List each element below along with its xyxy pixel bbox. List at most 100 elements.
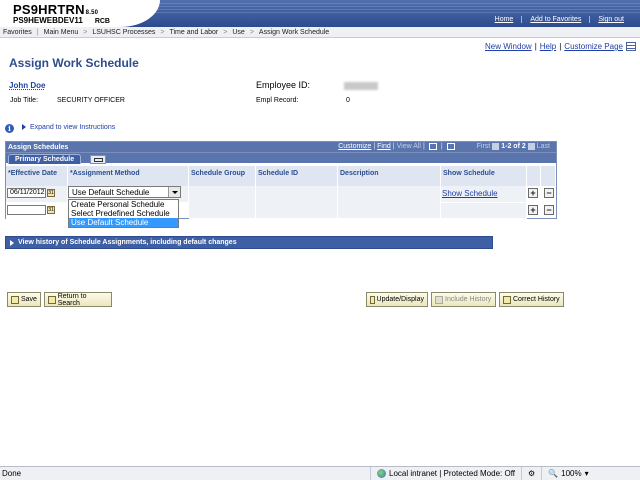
breadcrumb: Favorites | Main Menu > LSUHSC Processes > … bbox=[0, 27, 640, 38]
col-assignment-method: *Assignment Method bbox=[68, 166, 189, 186]
grid-tabs: Primary Schedule bbox=[6, 152, 556, 164]
return-to-search-button[interactable]: Return to Search bbox=[44, 292, 112, 307]
row-cell bbox=[189, 186, 256, 219]
show-schedule-link[interactable]: Show Schedule bbox=[442, 189, 498, 198]
col-schedule-id: Schedule ID bbox=[256, 166, 338, 186]
col-schedule-group: Schedule Group bbox=[189, 166, 256, 186]
col-description: Description bbox=[338, 166, 441, 186]
remove-row-button-1[interactable]: − bbox=[544, 188, 554, 198]
user-initials: RCB bbox=[94, 18, 110, 25]
assignment-method-select[interactable]: Use Default Schedule bbox=[68, 186, 181, 198]
database-name: PS9HRTRN8.50 bbox=[13, 2, 98, 17]
assignment-method-value: Use Default Schedule bbox=[72, 188, 150, 197]
breadcrumb-current: Assign Work Schedule bbox=[258, 28, 330, 36]
employee-id-redacted bbox=[344, 82, 378, 90]
next-arrow-icon[interactable] bbox=[527, 143, 535, 150]
view-history-collapsible[interactable]: View history of Schedule Assignments, in… bbox=[5, 236, 493, 249]
zoom-level: 100% bbox=[561, 469, 582, 478]
add-to-favorites-link[interactable]: Add to Favorites bbox=[521, 16, 589, 23]
page-links: New Window | Help | Customize Page bbox=[485, 42, 623, 51]
empl-record-value: 0 bbox=[346, 97, 350, 104]
info-icon: i bbox=[5, 124, 14, 133]
grid-range: 1-2 of 2 bbox=[501, 143, 526, 150]
chevron-down-icon[interactable] bbox=[168, 187, 180, 197]
empl-record-label: Empl Record: bbox=[256, 97, 299, 104]
browser-status-bar: Done Local intranet | Protected Mode: Of… bbox=[0, 466, 640, 480]
settings-icon: ⚙ bbox=[528, 469, 536, 478]
effective-date-input-1[interactable]: 06/11/2012 bbox=[7, 188, 46, 198]
breadcrumb-favorites[interactable]: Favorites bbox=[3, 29, 32, 36]
grid-view-all[interactable]: View All bbox=[397, 143, 421, 150]
col-add bbox=[527, 166, 541, 186]
breadcrumb-time-labor[interactable]: Time and Labor bbox=[169, 29, 218, 36]
grid-find-link[interactable]: Find bbox=[377, 143, 391, 150]
protected-mode-toggle[interactable]: ⚙ bbox=[521, 466, 541, 480]
add-row-button-2[interactable]: + bbox=[528, 205, 538, 215]
home-link[interactable]: Home bbox=[487, 16, 522, 23]
breadcrumb-use[interactable]: Use bbox=[232, 29, 244, 36]
customize-page-link[interactable]: Customize Page bbox=[564, 42, 623, 51]
grid-view-icon[interactable] bbox=[626, 42, 636, 51]
grid-first[interactable]: First bbox=[477, 143, 491, 150]
calendar-icon[interactable]: 31 bbox=[47, 206, 55, 214]
update-display-button[interactable]: Update/Display bbox=[366, 292, 428, 307]
prev-arrow-icon[interactable] bbox=[492, 143, 500, 150]
header-links: Home Add to Favorites Sign out bbox=[487, 16, 632, 23]
option-select-predefined[interactable]: Select Predefined Schedule bbox=[69, 209, 178, 218]
save-icon bbox=[11, 295, 19, 304]
table-icon bbox=[94, 158, 103, 162]
banner-lines bbox=[150, 3, 640, 13]
col-effective-date: *Effective Date bbox=[6, 166, 68, 186]
grid-navigation: Customize | Find | View All | | First 1-2 o… bbox=[338, 143, 550, 150]
tab-primary-schedule[interactable]: Primary Schedule bbox=[8, 154, 82, 164]
option-use-default[interactable]: Use Default Schedule bbox=[69, 218, 178, 227]
save-button[interactable]: Save bbox=[7, 292, 41, 307]
db-server: PS9HEWEBDEV11 RCB bbox=[13, 16, 110, 25]
security-zone[interactable]: Local intranet | Protected Mode: Off bbox=[370, 466, 521, 480]
status-done: Done bbox=[2, 469, 22, 478]
db-server-text: PS9HEWEBDEV11 bbox=[13, 16, 83, 25]
db-name-text: PS9HRTRN bbox=[13, 2, 85, 17]
header-banner: PS9HRTRN8.50 PS9HEWEBDEV11 RCB Home Add t… bbox=[0, 0, 640, 27]
page-title: Assign Work Schedule bbox=[9, 56, 139, 70]
expand-instructions-link[interactable]: Expand to view Instructions bbox=[30, 124, 115, 131]
download-icon[interactable] bbox=[428, 143, 437, 150]
globe-icon bbox=[377, 469, 386, 478]
zone-label: Local intranet | Protected Mode: Off bbox=[389, 469, 515, 478]
option-create-personal[interactable]: Create Personal Schedule bbox=[69, 200, 178, 209]
job-title-label: Job Title: bbox=[10, 97, 39, 104]
zoom-control[interactable]: 🔍 100% ▾ bbox=[541, 466, 594, 480]
return-icon bbox=[48, 295, 56, 304]
view-history-label: View history of Schedule Assignments, in… bbox=[18, 239, 237, 246]
return-label: Return to Search bbox=[57, 292, 87, 307]
row2-cell bbox=[441, 203, 527, 219]
breadcrumb-main-menu[interactable]: Main Menu bbox=[44, 29, 79, 36]
chevron-down-icon: ▾ bbox=[584, 469, 589, 478]
breadcrumb-lsuhsc[interactable]: LSUHSC Processes bbox=[92, 29, 155, 36]
expand-arrow-icon bbox=[10, 239, 14, 246]
tab-show-all-columns[interactable] bbox=[90, 155, 106, 164]
grid-customize-link[interactable]: Customize bbox=[338, 143, 371, 150]
grid-options-icon[interactable] bbox=[446, 143, 455, 150]
grid-title: Assign Schedules bbox=[8, 143, 69, 151]
add-row-button-1[interactable]: + bbox=[528, 188, 538, 198]
help-link[interactable]: Help bbox=[540, 42, 556, 51]
include-history-button[interactable]: Include History bbox=[431, 292, 496, 307]
include-history-label: Include History bbox=[445, 296, 492, 303]
assignment-method-dropdown: Create Personal Schedule Select Predefin… bbox=[68, 199, 179, 228]
zoom-icon: 🔍 bbox=[548, 469, 559, 478]
col-remove bbox=[541, 166, 556, 186]
effective-date-input-2[interactable] bbox=[7, 205, 46, 215]
remove-row-button-2[interactable]: − bbox=[544, 205, 554, 215]
update-icon bbox=[370, 295, 375, 304]
grid-last[interactable]: Last bbox=[537, 143, 550, 150]
calendar-icon[interactable]: 31 bbox=[47, 189, 55, 197]
row-cell bbox=[256, 186, 338, 219]
new-window-link[interactable]: New Window bbox=[485, 42, 532, 51]
save-label: Save bbox=[21, 296, 37, 303]
sign-out-link[interactable]: Sign out bbox=[589, 16, 632, 23]
correct-history-button[interactable]: Correct History bbox=[499, 292, 564, 307]
expand-arrow-icon[interactable] bbox=[22, 124, 26, 130]
employee-name[interactable]: John Doe bbox=[9, 81, 45, 90]
grid-header: Assign Schedules Customize | Find | View A… bbox=[6, 142, 556, 152]
